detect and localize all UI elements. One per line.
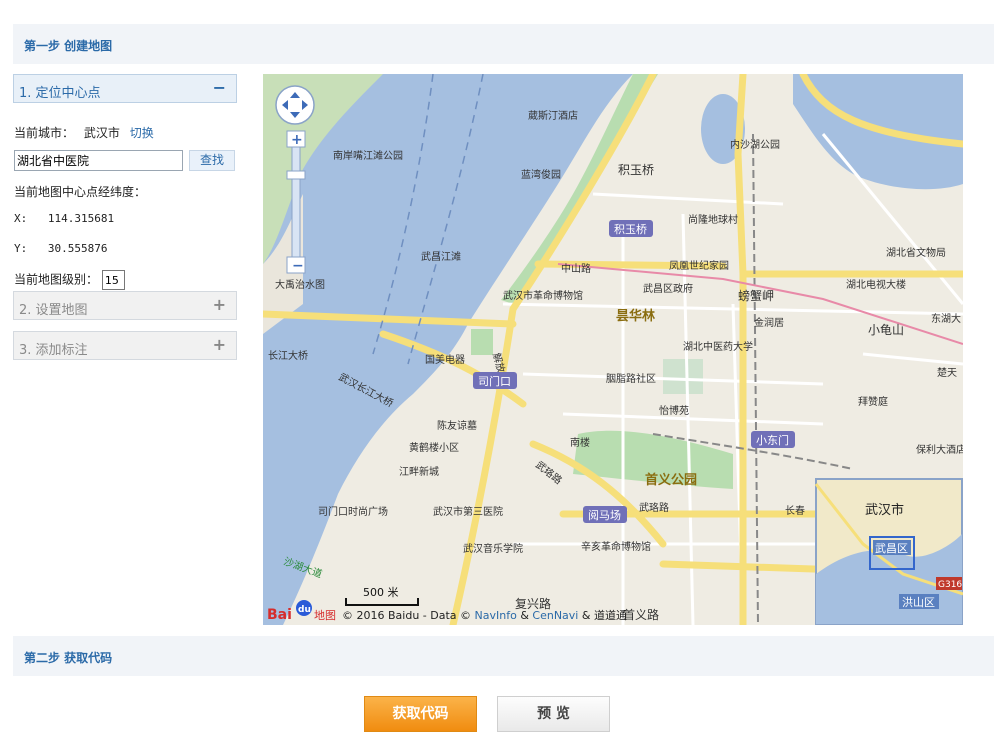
svg-text:湖北电视大楼: 湖北电视大楼 bbox=[846, 278, 906, 291]
expand-icon[interactable]: + bbox=[213, 335, 226, 354]
svg-text:蓝湾俊园: 蓝湾俊园 bbox=[521, 168, 561, 181]
svg-text:内沙湖公园: 内沙湖公园 bbox=[730, 138, 780, 151]
svg-text:Bai: Bai bbox=[267, 607, 292, 623]
y-value: 30.555876 bbox=[47, 242, 108, 255]
y-label: Y: bbox=[14, 242, 28, 255]
y-coordinate-row: Y: 30.555876 bbox=[14, 242, 107, 255]
svg-text:小龟山: 小龟山 bbox=[868, 323, 904, 337]
map-canvas[interactable]: 葳斯汀酒店 南岸嘴江滩公园 内沙湖公园 蓝湾俊园 积玉桥 尚隆地球村 武昌江滩 … bbox=[263, 74, 963, 625]
svg-text:中山路: 中山路 bbox=[561, 262, 591, 275]
svg-text:大禹治水图: 大禹治水图 bbox=[275, 278, 325, 291]
center-coords-label: 当前地图中心点经纬度： bbox=[14, 185, 147, 199]
overview-minimap[interactable]: 武汉市 武昌区 洪山区 G316 bbox=[814, 478, 963, 625]
get-code-button[interactable]: 获取代码 bbox=[364, 696, 477, 732]
locate-center-title: 1. 定位中心点 bbox=[19, 86, 101, 101]
pan-control[interactable] bbox=[275, 85, 315, 125]
svg-text:江畔新城: 江畔新城 bbox=[399, 465, 439, 478]
locate-center-panel-header[interactable]: 1. 定位中心点 − bbox=[13, 74, 237, 103]
svg-text:500 米: 500 米 bbox=[363, 586, 399, 599]
svg-text:凤凰世纪家园: 凤凰世纪家园 bbox=[669, 259, 729, 272]
collapse-icon[interactable]: − bbox=[213, 78, 226, 97]
svg-text:武汉音乐学院: 武汉音乐学院 bbox=[463, 542, 523, 555]
svg-text:G316: G316 bbox=[938, 580, 962, 590]
svg-text:尚隆地球村: 尚隆地球村 bbox=[688, 213, 738, 226]
map-copyright: © 2016 Baidu - Data © NavInfo & CenNavi … bbox=[342, 608, 627, 622]
svg-text:积玉桥: 积玉桥 bbox=[618, 163, 654, 177]
svg-text:保利大酒店: 保利大酒店 bbox=[916, 443, 963, 456]
svg-text:南岸嘴江滩公园: 南岸嘴江滩公园 bbox=[333, 149, 403, 162]
svg-text:楚天: 楚天 bbox=[937, 366, 957, 379]
svg-text:黄鹤楼小区: 黄鹤楼小区 bbox=[409, 441, 459, 454]
svg-text:湖北省文物局: 湖北省文物局 bbox=[886, 246, 946, 259]
svg-text:陈友谅墓: 陈友谅墓 bbox=[437, 419, 477, 432]
svg-text:阅马场: 阅马场 bbox=[588, 508, 621, 522]
svg-text:拜赞庭: 拜赞庭 bbox=[858, 395, 888, 408]
svg-text:辛亥革命博物馆: 辛亥革命博物馆 bbox=[581, 540, 651, 553]
svg-text:首义路: 首义路 bbox=[623, 607, 659, 622]
svg-text:螃蟹岬: 螃蟹岬 bbox=[738, 288, 774, 303]
svg-text:东湖大: 东湖大 bbox=[931, 312, 961, 325]
svg-text:武昌江滩: 武昌江滩 bbox=[421, 250, 461, 263]
svg-text:+: + bbox=[291, 132, 303, 148]
campus-block bbox=[663, 359, 703, 394]
x-coordinate-row: X: 114.315681 bbox=[14, 212, 114, 225]
switch-city-link[interactable]: 切换 bbox=[130, 126, 154, 140]
svg-text:长江大桥: 长江大桥 bbox=[268, 349, 308, 362]
svg-text:长春: 长春 bbox=[785, 505, 805, 517]
city-name: 武汉市 bbox=[83, 126, 120, 140]
svg-text:首义公园: 首义公园 bbox=[645, 472, 697, 488]
svg-text:© 2016 Baidu - Data © NavInfo: © 2016 Baidu - Data © NavInfo & CenNavi … bbox=[342, 608, 627, 622]
step2-title: 第二步 获取代码 bbox=[24, 651, 113, 665]
svg-text:武珞路: 武珞路 bbox=[639, 501, 669, 514]
map-graphics[interactable]: 葳斯汀酒店 南岸嘴江滩公园 内沙湖公园 蓝湾俊园 积玉桥 尚隆地球村 武昌江滩 … bbox=[263, 74, 963, 625]
svg-text:胭脂路社区: 胭脂路社区 bbox=[606, 372, 656, 385]
preview-button[interactable]: 预 览 bbox=[497, 696, 610, 732]
svg-text:怡博苑: 怡博苑 bbox=[659, 404, 689, 417]
city-label: 当前城市： bbox=[14, 126, 75, 140]
search-input[interactable] bbox=[14, 150, 183, 171]
svg-text:积玉桥: 积玉桥 bbox=[614, 223, 647, 236]
add-marker-title: 3. 添加标注 bbox=[19, 343, 88, 358]
svg-text:武昌区政府: 武昌区政府 bbox=[643, 282, 693, 295]
zoom-level-input[interactable] bbox=[101, 270, 125, 290]
svg-text:司门口: 司门口 bbox=[478, 374, 511, 388]
svg-text:葳斯汀酒店: 葳斯汀酒店 bbox=[528, 109, 578, 122]
x-label: X: bbox=[14, 212, 28, 225]
step1-title: 第一步 创建地图 bbox=[24, 39, 113, 53]
svg-text:武汉市第三医院: 武汉市第三医院 bbox=[433, 505, 503, 518]
step1-header: 第一步 创建地图 bbox=[13, 24, 994, 64]
svg-text:−: − bbox=[292, 258, 304, 274]
set-map-title: 2. 设置地图 bbox=[19, 303, 88, 318]
svg-text:洪山区: 洪山区 bbox=[902, 595, 935, 609]
set-map-panel-header[interactable]: 2. 设置地图 + bbox=[13, 291, 237, 320]
svg-text:湖北中医药大学: 湖北中医药大学 bbox=[683, 340, 753, 353]
step2-header: 第二步 获取代码 bbox=[13, 636, 994, 676]
x-value: 114.315681 bbox=[47, 212, 115, 225]
zoom-label: 当前地图级别： bbox=[14, 272, 99, 287]
search-button[interactable]: 查找 bbox=[189, 150, 235, 171]
zoom-level-row: 当前地图级别： bbox=[14, 270, 125, 290]
svg-text:昙华林: 昙华林 bbox=[616, 308, 655, 324]
svg-text:武昌区: 武昌区 bbox=[875, 542, 908, 555]
svg-text:司门口时尚广场: 司门口时尚广场 bbox=[318, 505, 388, 518]
park-block bbox=[471, 329, 493, 355]
svg-text:小东门: 小东门 bbox=[756, 433, 789, 447]
add-marker-panel-header[interactable]: 3. 添加标注 + bbox=[13, 331, 237, 360]
svg-text:地图: 地图 bbox=[314, 609, 336, 622]
svg-text:武汉市: 武汉市 bbox=[865, 502, 904, 518]
expand-icon[interactable]: + bbox=[213, 295, 226, 314]
svg-text:国美电器: 国美电器 bbox=[425, 353, 465, 366]
svg-text:du: du bbox=[298, 605, 311, 615]
current-city-row: 当前城市： 武汉市 切换 bbox=[14, 124, 154, 141]
svg-text:武汉市革命博物馆: 武汉市革命博物馆 bbox=[503, 289, 583, 302]
svg-text:南楼: 南楼 bbox=[570, 436, 590, 449]
svg-text:金润居: 金润居 bbox=[754, 316, 784, 329]
